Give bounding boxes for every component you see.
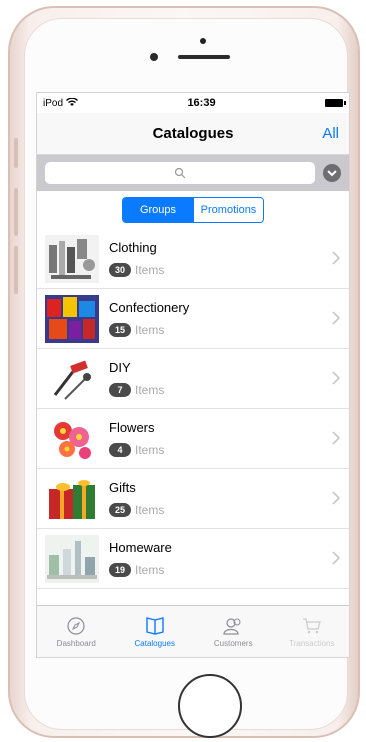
tab-label: Catalogues: [134, 639, 175, 648]
segmented-control: Groups Promotions: [122, 197, 264, 223]
items-label: Items: [135, 503, 165, 517]
item-count-badge: 7: [109, 383, 131, 397]
list-item-confectionery[interactable]: Confectionery 15 Items: [37, 289, 349, 349]
catalogue-name: Flowers: [109, 420, 155, 435]
catalogue-name: Gifts: [109, 480, 136, 495]
chevron-right-icon: [332, 491, 341, 505]
homeware-thumbnail: [45, 534, 99, 583]
items-label: Items: [135, 563, 165, 577]
users-icon: [223, 618, 241, 635]
tab-catalogues[interactable]: Catalogues: [116, 606, 195, 657]
tab-bar: Dashboard Catalogues Customers Transacti…: [37, 605, 350, 657]
status-bar: iPod 16:39: [37, 93, 349, 113]
page-title: Catalogues: [152, 125, 234, 142]
chevron-right-icon: [332, 551, 341, 565]
tab-dashboard[interactable]: Dashboard: [37, 606, 116, 657]
all-button[interactable]: All: [322, 125, 339, 142]
search-input[interactable]: [45, 162, 315, 184]
catalogue-name: Clothing: [109, 240, 157, 255]
home-button[interactable]: [178, 674, 242, 738]
battery-icon: [325, 99, 346, 107]
list-item-clothing[interactable]: Clothing 30 Items: [37, 229, 349, 289]
chevron-right-icon: [332, 251, 341, 265]
tab-label: Dashboard: [56, 639, 96, 648]
proximity-sensor: [150, 53, 158, 61]
items-label: Items: [135, 383, 165, 397]
wifi-icon: [66, 97, 79, 109]
chevron-right-icon: [332, 371, 341, 385]
tab-label: Transactions: [289, 639, 335, 648]
tab-label: Customers: [213, 639, 253, 648]
items-label: Items: [135, 323, 165, 337]
book-icon: [146, 617, 164, 635]
app-screen: iPod 16:39 Catalogues All Groups Promoti…: [36, 92, 350, 658]
volume-down-button: [14, 246, 18, 294]
filter-dropdown-button[interactable]: [323, 164, 341, 182]
clothing-thumbnail: [45, 234, 99, 283]
segment-control-wrapper: Groups Promotions: [37, 191, 349, 229]
item-count-badge: 25: [109, 503, 132, 517]
segment-promotions[interactable]: Promotions: [193, 198, 263, 222]
tab-transactions[interactable]: Transactions: [273, 606, 350, 657]
carrier-label: iPod: [43, 97, 64, 109]
tab-customers[interactable]: Customers: [194, 606, 273, 657]
flowers-thumbnail: [45, 414, 99, 463]
list-item-diy[interactable]: DIY 7 Items: [37, 349, 349, 409]
item-count-badge: 19: [109, 563, 132, 577]
diy-thumbnail: [45, 354, 99, 403]
search-icon: [174, 167, 186, 179]
chevron-down-icon: [327, 169, 337, 176]
status-time: 16:39: [187, 97, 216, 109]
catalogue-name: Confectionery: [109, 300, 190, 315]
chevron-right-icon: [332, 431, 341, 445]
front-camera: [200, 38, 206, 44]
gifts-thumbnail: [45, 474, 99, 523]
items-label: Items: [135, 263, 165, 277]
mute-switch: [14, 138, 18, 168]
earpiece-speaker: [178, 55, 230, 59]
compass-icon: [67, 617, 85, 635]
cart-icon: [302, 618, 321, 634]
confectionery-thumbnail: [45, 294, 99, 343]
item-count-badge: 30: [109, 263, 132, 277]
list-item-gifts[interactable]: Gifts 25 Items: [37, 469, 349, 529]
catalogue-name: Homeware: [109, 540, 172, 555]
catalogue-name: DIY: [109, 360, 131, 375]
segment-groups[interactable]: Groups: [123, 198, 193, 222]
chevron-right-icon: [332, 311, 341, 325]
items-label: Items: [135, 443, 165, 457]
volume-up-button: [14, 188, 18, 236]
catalogue-list: Clothing 30 Items Confectionery 15 Items…: [37, 229, 349, 589]
item-count-badge: 15: [109, 323, 132, 337]
navigation-bar: Catalogues All: [37, 113, 349, 155]
list-item-flowers[interactable]: Flowers 4 Items: [37, 409, 349, 469]
search-bar: [37, 155, 349, 191]
item-count-badge: 4: [109, 443, 131, 457]
list-item-homeware[interactable]: Homeware 19 Items: [37, 529, 349, 589]
